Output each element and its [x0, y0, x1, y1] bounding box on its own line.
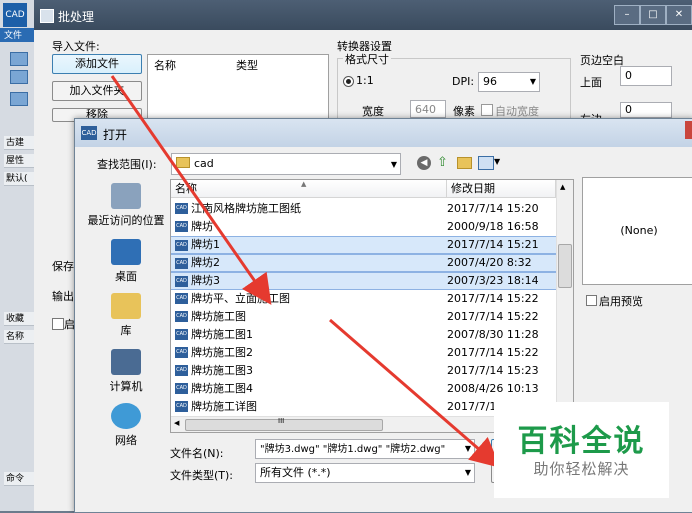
arrow-add-file-to-list: [110, 75, 272, 305]
watermark-title: 百科全说: [517, 424, 646, 459]
watermark: 百科全说 助你轻松解决: [494, 402, 669, 498]
watermark-subtitle: 助你轻松解决: [533, 460, 630, 478]
arrow-list-to-open: [329, 318, 501, 468]
